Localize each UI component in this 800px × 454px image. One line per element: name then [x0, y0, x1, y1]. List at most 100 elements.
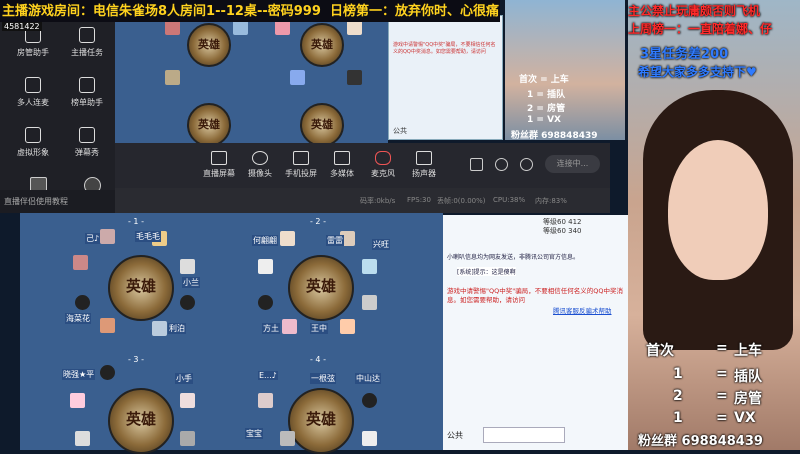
screen-button[interactable]: 直播屏幕 [201, 151, 237, 179]
streamer-tools-panel: 房管助手 主播任务 多人连麦 榜单助手 虚拟形象 弹幕秀 [0, 15, 115, 200]
stream-stats-bar: 码率:0kb/s FPS:30 丢帧:0(0.00%) CPU:38% 内存:8… [115, 188, 610, 213]
record-icon[interactable] [470, 158, 483, 171]
game-table[interactable]: 英雄 [300, 103, 344, 147]
webcam-preview: 首次 = 上车 1 = 插队 2 = 房管 1 = VX 粉丝群 6988484… [505, 0, 625, 141]
speaker-button[interactable]: 扬声器 [406, 151, 442, 179]
qq-penguin-icon[interactable] [75, 295, 90, 310]
room-id: 4581422 [2, 22, 42, 31]
player-avatar[interactable] [280, 431, 295, 446]
room-info-text: 主播游戏房间：电信朱雀场8人房间1--12桌--密码999 [2, 4, 321, 19]
gear-icon[interactable] [520, 158, 533, 171]
player-avatar[interactable] [290, 70, 305, 85]
prize-line: 首次 = 上车 [519, 75, 569, 85]
danmaku-show-button[interactable]: 弹幕秀 [62, 127, 112, 158]
prize-rank: 1 [673, 410, 683, 426]
qq-penguin-icon[interactable] [362, 393, 377, 408]
player-avatar[interactable] [258, 259, 273, 274]
player-name: 毛毛毛 [135, 231, 161, 242]
chat-input[interactable] [483, 427, 565, 443]
table-number: - 1 - [128, 217, 144, 226]
horn-notice: 小喇叭信息均为网友发送，非腾讯公司官方信息。 [447, 254, 580, 261]
system-notice: [系统]提示：这是傻啊 [457, 267, 516, 276]
room-manager-button[interactable]: 房管助手 [8, 27, 58, 58]
overlay-support: 希望大家多多支持下♥ [638, 65, 757, 79]
game-table[interactable]: 英雄 [108, 388, 174, 454]
streamer-camera: 主公禁止玩庸颇否则飞机 上周榜一：一直陪着娜、仔 3星任务差200 希望大家多多… [628, 0, 800, 450]
player-avatar[interactable] [100, 318, 115, 333]
player-name: 小手 [175, 373, 193, 384]
prize-line: 1 = VX [527, 115, 561, 125]
player-avatar[interactable] [275, 20, 290, 35]
start-live-button[interactable]: 连接中... [545, 155, 600, 173]
game-table[interactable]: 英雄 [288, 388, 354, 454]
player-avatar[interactable] [165, 20, 180, 35]
player-avatar[interactable] [152, 321, 167, 336]
game-table[interactable]: 英雄 [288, 255, 354, 321]
anchor-task-button[interactable]: 主播任务 [62, 27, 112, 58]
rank-helper-button[interactable]: 榜单助手 [62, 77, 112, 108]
prize-line: 2 = 房管 [527, 104, 566, 114]
player-avatar[interactable] [258, 393, 273, 408]
cpu-stat: CPU:38% [493, 196, 526, 204]
help-link[interactable]: 腾讯客服反骗术帮助 [553, 305, 612, 315]
tutorial-link[interactable]: 直播伴侣使用教程 [0, 190, 115, 213]
prize-rank: 首次 [646, 343, 674, 359]
media-button[interactable]: 多媒体 [324, 151, 360, 179]
player-avatar[interactable] [362, 295, 377, 310]
game-table[interactable]: 英雄 [187, 23, 231, 67]
memory-stat: 内存:83% [535, 197, 567, 205]
camera-button[interactable]: 摄像头 [242, 151, 278, 179]
player-avatar[interactable] [347, 20, 362, 35]
eye-icon[interactable] [495, 158, 508, 171]
mic-button[interactable]: 麦克风 [365, 151, 401, 179]
player-avatar[interactable] [282, 319, 297, 334]
player-avatar[interactable] [100, 229, 115, 244]
player-avatar[interactable] [70, 393, 85, 408]
scam-warning: 游戏中请警惕"QQ中奖"骗局，不要相信任何名义的QQ中奖消息。如您需要帮助，请访… [447, 287, 623, 304]
qq-penguin-icon[interactable] [180, 295, 195, 310]
phone-cast-button[interactable]: 手机投屏 [283, 151, 319, 179]
player-name: 一根弦 [310, 373, 336, 384]
camera-icon [252, 151, 268, 165]
player-avatar[interactable] [280, 231, 295, 246]
player-avatar[interactable] [362, 431, 377, 446]
virtual-avatar-button[interactable]: 虚拟形象 [8, 127, 58, 158]
player-name: 宝宝 [245, 428, 263, 439]
game-table[interactable]: 英雄 [187, 103, 231, 147]
avatar-icon [25, 127, 41, 143]
player-avatar[interactable] [165, 70, 180, 85]
game-table[interactable]: 英雄 [108, 255, 174, 321]
phone-icon [293, 151, 309, 165]
qq-penguin-icon[interactable] [258, 295, 273, 310]
player-avatar[interactable] [73, 255, 88, 270]
multi-link-button[interactable]: 多人连麦 [8, 77, 58, 108]
chat-channel-select[interactable]: 公共 [447, 430, 463, 441]
game-board-lower: - 1 - - 2 - - 3 - - 4 - 英雄 英雄 英雄 英雄 己♪ 毛… [20, 213, 443, 454]
title-banner: 主播游戏房间：电信朱雀场8人房间1--12桌--密码999 日榜第一：放弃你时、… [0, 0, 500, 22]
danmaku-icon [79, 127, 95, 143]
speaker-icon [416, 151, 432, 165]
stream-toolbar: 直播屏幕 摄像头 手机投屏 多媒体 麦克风 扬声器 [115, 143, 610, 188]
player-avatar[interactable] [362, 259, 377, 274]
task-icon [79, 27, 95, 43]
player-avatar[interactable] [75, 431, 90, 446]
chat-channel-label[interactable]: 公共 [393, 126, 407, 136]
player-name: 己♪ [85, 233, 101, 244]
player-avatar[interactable] [180, 431, 195, 446]
player-avatar[interactable] [347, 70, 362, 85]
chat-window-upper: 游戏中请警惕"QQ中奖"骗局，不要相信任何名义的QQ中奖消息。如您需要帮助，请访… [388, 15, 503, 140]
qq-penguin-icon[interactable] [100, 365, 115, 380]
prize-reward: VX [734, 410, 756, 426]
player-avatar[interactable] [180, 393, 195, 408]
player-name: 晓强★平 [62, 369, 96, 380]
player-name: 雷雷 [326, 235, 344, 246]
player-avatar[interactable] [340, 319, 355, 334]
level-row: 等级60 340 [543, 227, 582, 235]
game-table[interactable]: 英雄 [300, 23, 344, 67]
player-avatar[interactable] [233, 20, 248, 35]
player-avatar[interactable] [180, 259, 195, 274]
daily-top-text: 日榜第一：放弃你时、心很痛 [330, 4, 500, 19]
overlay-rule: 主公禁止玩庸颇否则飞机 [628, 4, 761, 18]
prize-reward: 房管 [734, 391, 762, 407]
player-name: 何翩翩 [252, 235, 278, 246]
